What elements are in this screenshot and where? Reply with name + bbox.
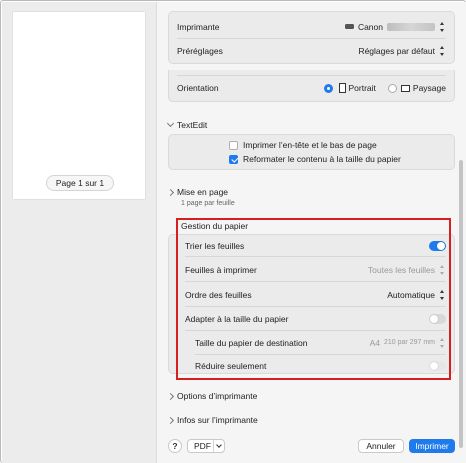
layout-subtitle: 1 page par feuille <box>181 200 235 207</box>
page-preview <box>13 12 145 199</box>
header-footer-checkbox[interactable] <box>229 140 238 150</box>
printer-group: Imprimante Canon Préréglages Réglages pa… <box>168 11 455 64</box>
print-dialog: Page 1 sur 1 Imprimante Canon Préréglage… <box>0 0 466 463</box>
header-footer-label: Imprimer l’en-tête et le bas de page <box>243 140 377 150</box>
presets-value: Réglages par défaut <box>358 45 435 56</box>
presets-popup-icon[interactable] <box>439 45 446 57</box>
scrollbar[interactable] <box>459 160 463 448</box>
portrait-radio[interactable] <box>323 83 333 93</box>
print-button[interactable]: Imprimer <box>409 439 455 453</box>
presets-row[interactable]: Préréglages Réglages par défaut <box>169 38 454 63</box>
textedit-section-header[interactable]: TextEdit <box>166 119 208 130</box>
landscape-radio[interactable] <box>387 83 397 93</box>
header-footer-option[interactable]: Imprimer l’en-tête et le bas de page <box>229 140 377 150</box>
separator <box>177 75 446 76</box>
printer-name-redacted <box>387 22 435 31</box>
printer-popup-icon[interactable] <box>439 21 446 33</box>
portrait-orientation-icon <box>336 83 346 93</box>
settings-pane: Imprimante Canon Préréglages Réglages pa… <box>157 2 466 463</box>
printer-options-header[interactable]: Options d’imprimante <box>166 391 258 401</box>
textedit-title: TextEdit <box>177 120 208 130</box>
chevron-down-icon <box>216 441 222 448</box>
reformat-option[interactable]: Reformater le contenu à la taille du pap… <box>229 154 401 164</box>
chevron-right-icon <box>166 416 175 424</box>
printer-options-title: Options d’imprimante <box>177 391 258 401</box>
orientation-group: Orientation Portrait Paysage <box>168 70 455 102</box>
chevron-down-icon <box>166 119 175 128</box>
highlight-frame <box>176 218 451 380</box>
printer-info-header[interactable]: Infos sur l’imprimante <box>166 415 258 425</box>
printer-info-title: Infos sur l’imprimante <box>177 415 258 425</box>
landscape-orientation-icon <box>400 83 410 93</box>
printer-value: Canon <box>357 21 383 32</box>
printer-row[interactable]: Imprimante Canon <box>169 14 454 39</box>
preview-pane: Page 1 sur 1 <box>2 2 157 463</box>
cancel-button[interactable]: Annuler <box>358 439 404 453</box>
pdf-label: PDF <box>194 441 211 451</box>
orientation-label: Orientation <box>177 83 219 93</box>
landscape-label: Paysage <box>412 83 446 93</box>
help-button[interactable]: ? <box>168 439 182 453</box>
chevron-right-icon <box>166 188 175 196</box>
orientation-row: Orientation Portrait Paysage <box>169 77 454 99</box>
layout-section-header[interactable]: Mise en page <box>166 187 229 197</box>
presets-label: Préréglages <box>177 45 223 56</box>
page-indicator[interactable]: Page 1 sur 1 <box>46 175 114 191</box>
portrait-label: Portrait <box>348 83 376 93</box>
pdf-dropdown-arrow[interactable] <box>213 440 224 452</box>
printer-icon <box>344 24 354 29</box>
layout-title: Mise en page <box>177 187 229 197</box>
reformat-label: Reformater le contenu à la taille du pap… <box>243 154 401 164</box>
pdf-menu-button[interactable]: PDF <box>187 439 225 453</box>
printer-label: Imprimante <box>177 21 220 32</box>
chevron-right-icon <box>166 392 175 400</box>
reformat-checkbox[interactable] <box>229 154 238 164</box>
